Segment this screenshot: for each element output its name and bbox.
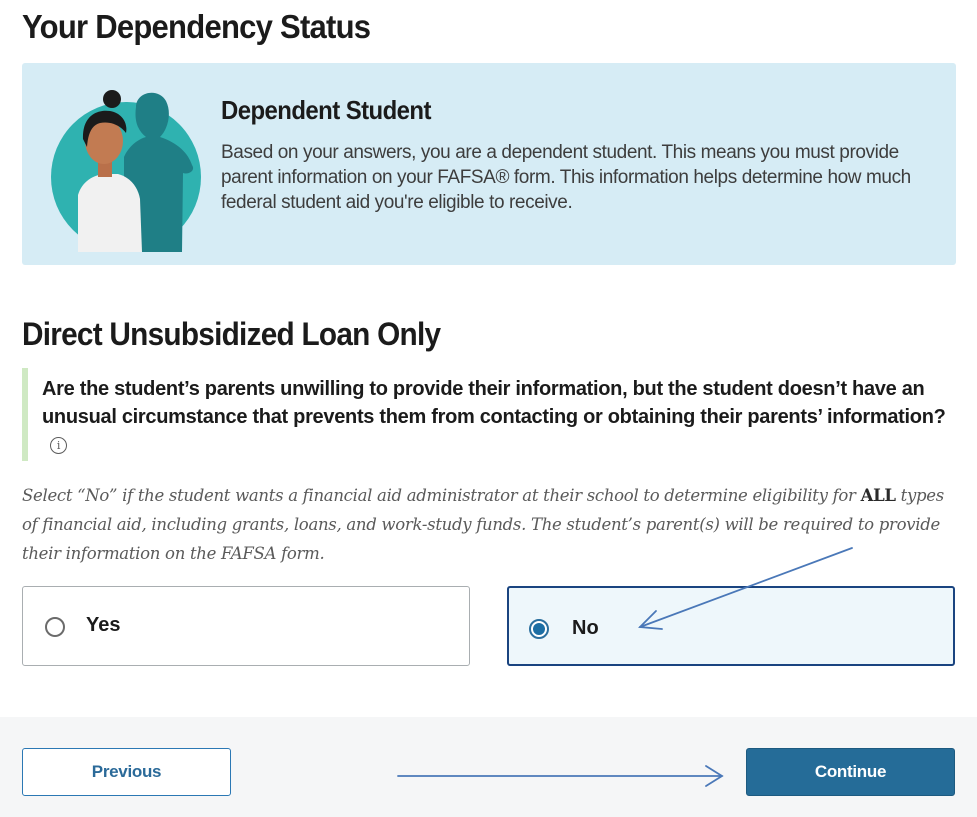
hint-text-start: Select “No” if the student wants a finan… <box>22 486 861 505</box>
yes-radio-button[interactable] <box>45 617 65 637</box>
info-icon[interactable]: i <box>50 437 67 454</box>
section-title: Direct Unsubsidized Loan Only <box>22 316 441 352</box>
question-block: Are the student’s parents unwilling to p… <box>22 368 952 461</box>
yes-label: Yes <box>86 614 121 636</box>
no-label: No <box>572 617 599 639</box>
page-title: Your Dependency Status <box>22 8 371 45</box>
hint-text-emphasis: ALL <box>860 486 896 505</box>
previous-button[interactable]: Previous <box>22 748 231 796</box>
student-parent-illustration <box>51 90 201 252</box>
question-label: Are the student’s parents unwilling to p… <box>42 378 946 428</box>
dependency-status-card: Dependent Student Based on your answers,… <box>22 63 956 265</box>
option-no[interactable]: No <box>507 586 955 666</box>
hint-text: Select “No” if the student wants a finan… <box>22 481 957 568</box>
continue-button[interactable]: Continue <box>746 748 955 796</box>
footer-bar: Previous Continue <box>0 717 977 817</box>
status-description: Based on your answers, you are a depende… <box>221 142 911 213</box>
option-yes[interactable]: Yes <box>22 586 470 666</box>
page: Your Dependency Status Dependent Student… <box>0 0 977 817</box>
status-heading: Dependent Student <box>221 95 431 125</box>
question-text: Are the student’s parents unwilling to p… <box>42 375 952 459</box>
no-radio-button[interactable] <box>529 619 549 639</box>
